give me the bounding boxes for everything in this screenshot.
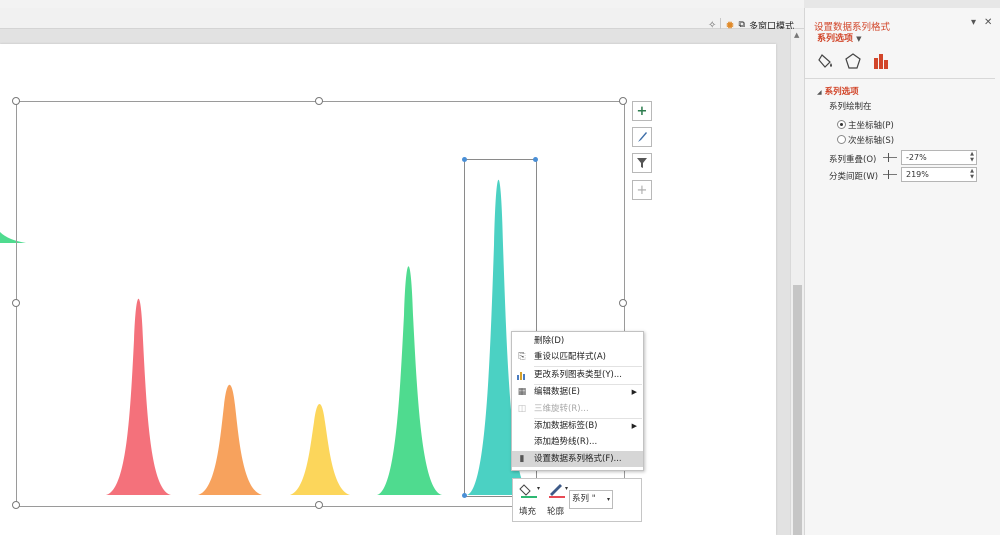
menu-item-3d-rotation: ◫ 三维旋转(R)... — [517, 404, 589, 414]
fill-label: 填充 — [519, 507, 537, 517]
plot-on-label: 系列绘制在 — [829, 102, 872, 112]
primary-axis-radio[interactable] — [837, 120, 846, 129]
close-icon[interactable]: ✕ — [984, 17, 992, 28]
menu-item-reset-style[interactable]: ⎘ 重设以匹配样式(A) — [512, 349, 643, 365]
menu-item-change-chart-type[interactable]: 更改系列图表类型(Y)... — [512, 367, 643, 383]
gap-width-slider[interactable] — [883, 170, 897, 179]
chart-elements-button[interactable]: + — [632, 101, 652, 121]
submenu-arrow-icon: ▶ — [631, 388, 637, 396]
format-pane: 设置数据系列格式 ▾ ✕ 系列选项 ▼ ◢ 系列选项 系列绘制在 主坐标轴(P)… — [804, 8, 1000, 535]
secondary-axis-radio[interactable] — [837, 135, 846, 144]
reset-style-icon: ⎘ — [518, 352, 526, 362]
overlap-spinner[interactable]: -27% ▲ ▼ — [901, 150, 977, 165]
submenu-arrow-icon: ▶ — [631, 422, 637, 430]
spinner-arrows-icon[interactable]: ▲ ▼ — [970, 151, 974, 163]
menu-item-edit-data[interactable]: ▦ 编辑数据(E) ▶ — [512, 384, 643, 400]
chart-styles-button[interactable] — [632, 127, 652, 147]
context-menu: 删除(D) ⎘ 重设以匹配样式(A) 更改系列图表类型(Y)... ▦ 编辑数据… — [511, 331, 644, 471]
series-handle-bl[interactable] — [462, 493, 467, 498]
tab-effects[interactable] — [842, 50, 864, 72]
overlap-value: -27% — [906, 153, 927, 162]
resize-handle-t[interactable] — [315, 97, 323, 105]
series-handle-tl[interactable] — [462, 157, 467, 162]
dropdown-arrow-icon: ▾ — [565, 485, 569, 492]
paint-bucket-icon — [818, 54, 832, 68]
resize-handle-b[interactable] — [315, 501, 323, 509]
resize-handle-tr[interactable] — [619, 97, 627, 105]
menu-item-format-data-series[interactable]: ▮ 设置数据系列格式(F)... — [512, 451, 643, 467]
menu-item-delete[interactable]: 删除(D) — [512, 333, 643, 349]
chevron-down-icon: ▼ — [856, 35, 862, 43]
overlap-label: 系列重叠(O) — [829, 155, 877, 165]
gap-width-value: 219% — [906, 170, 929, 179]
secondary-axis-label[interactable]: 次坐标轴(S) — [848, 134, 894, 146]
outline-button[interactable]: ▾ 轮廓 — [545, 482, 571, 518]
pane-tabs — [805, 48, 995, 79]
dropdown-arrow-icon: ▾ — [537, 485, 541, 492]
edit-data-icon: ▦ — [517, 387, 527, 397]
rotate-3d-icon: ◫ — [517, 404, 527, 414]
fill-button[interactable]: ▾ 填充 — [517, 482, 543, 518]
resize-handle-bl[interactable] — [12, 501, 20, 509]
pentagon-icon — [845, 53, 861, 69]
tab-series-options[interactable] — [870, 50, 892, 72]
overlap-slider[interactable] — [883, 153, 897, 162]
collapse-triangle-icon: ◢ — [817, 89, 822, 96]
format-series-icon: ▮ — [519, 454, 525, 464]
chevron-down-icon: ▾ — [606, 496, 610, 503]
resize-handle-r[interactable] — [619, 299, 627, 307]
brush-icon — [638, 132, 647, 142]
resize-handle-tl[interactable] — [12, 97, 20, 105]
menu-item-add-trendline[interactable]: 添加趋势线(R)... — [512, 434, 643, 450]
chart-filter-button[interactable] — [632, 153, 652, 173]
primary-axis-label[interactable]: 主坐标轴(P) — [848, 119, 894, 131]
chart-layout-button[interactable]: + — [632, 180, 652, 200]
bar-chart-icon — [517, 370, 527, 380]
series-handle-tr[interactable] — [533, 157, 538, 162]
mini-toolbar: ▾ 填充 ▾ 轮廓 系列 " ▾ — [512, 478, 642, 522]
outline-label: 轮廓 — [547, 507, 565, 517]
series-options-dropdown[interactable]: 系列选项 ▼ — [817, 31, 862, 44]
bar-chart-icon — [874, 54, 888, 69]
plus-icon: + — [636, 103, 648, 119]
series-select-value: 系列 " — [572, 494, 596, 504]
gap-width-spinner[interactable]: 219% ▲ ▼ — [901, 167, 977, 182]
spinner-arrows-icon[interactable]: ▲ ▼ — [970, 168, 974, 180]
delete-icon — [517, 336, 527, 346]
crosshair-icon: + — [636, 182, 648, 198]
pane-options-icon[interactable]: ▾ — [971, 17, 976, 28]
tab-fill-line[interactable] — [815, 50, 837, 72]
menu-item-add-data-labels[interactable]: 添加数据标签(B) ▶ — [512, 418, 643, 434]
filter-icon — [637, 158, 647, 168]
gap-width-label: 分类间距(W) — [829, 172, 879, 182]
section-header-series-options[interactable]: ◢ 系列选项 — [817, 85, 859, 97]
resize-handle-l[interactable] — [12, 299, 20, 307]
series-select[interactable]: 系列 " ▾ — [569, 490, 613, 509]
